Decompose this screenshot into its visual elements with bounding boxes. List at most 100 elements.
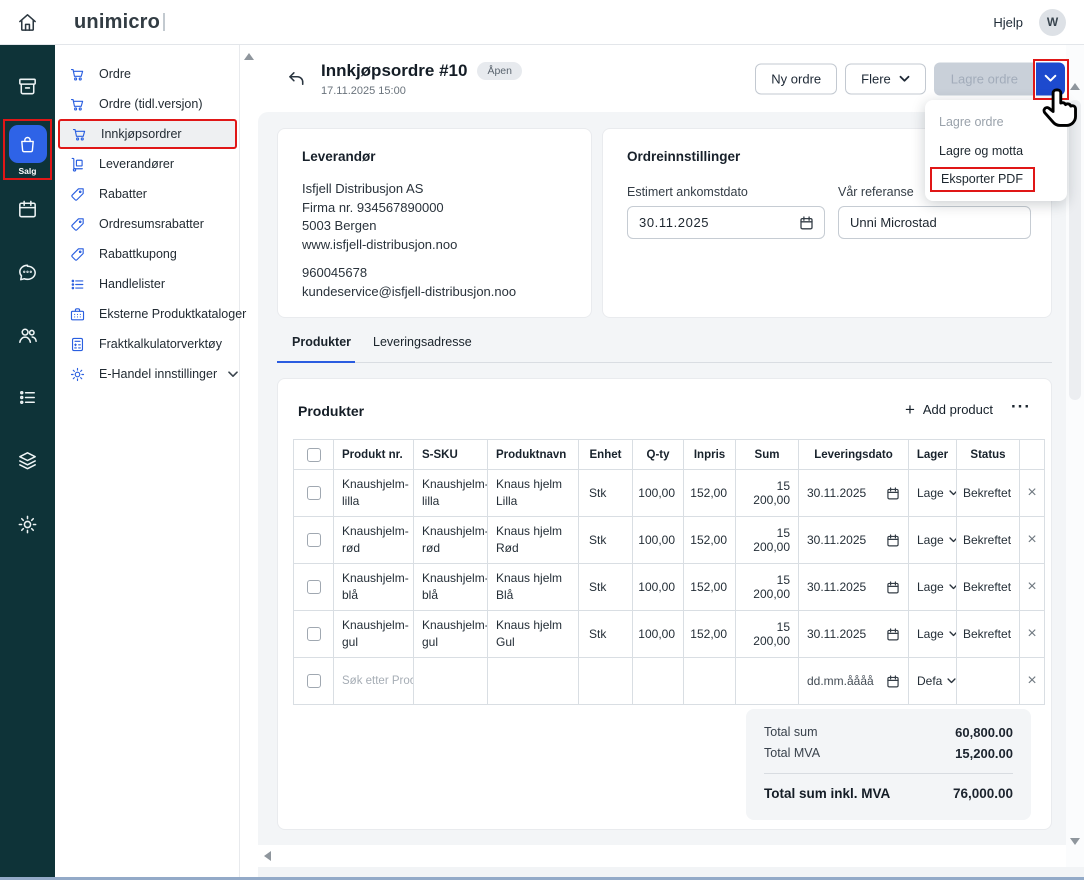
select-all-checkbox[interactable] bbox=[307, 448, 321, 462]
row-checkbox[interactable] bbox=[307, 533, 321, 547]
remove-row-button[interactable]: × bbox=[1027, 672, 1036, 689]
cell-delivery-date[interactable]: dd.mm.åååå bbox=[799, 658, 909, 705]
help-link[interactable]: Hjelp bbox=[993, 15, 1023, 30]
cell-delivery-date[interactable]: 30.11.2025 bbox=[799, 564, 909, 611]
primary-sidebar-item[interactable] bbox=[0, 386, 55, 409]
more-button[interactable]: Flere bbox=[845, 63, 926, 94]
sidebar-item-label: Ordresumsrabatter bbox=[99, 217, 204, 231]
total-mva-label: Total MVA bbox=[764, 743, 820, 764]
sidebar-item[interactable]: Innkjøpsordrer bbox=[58, 119, 237, 149]
tab-produkter[interactable]: Produkter bbox=[277, 332, 355, 362]
cell-price[interactable]: 152,00 bbox=[684, 564, 736, 611]
home-icon[interactable] bbox=[0, 11, 55, 34]
sidebar-item[interactable]: Handlelister bbox=[58, 269, 237, 299]
cell-status: Bekreftet bbox=[957, 470, 1020, 517]
sidebar-item-label: Handlelister bbox=[99, 277, 165, 291]
our-reference-input[interactable]: Unni Microstad bbox=[838, 206, 1031, 239]
primary-sidebar-item[interactable] bbox=[0, 261, 55, 284]
sidebar-item-label: Innkjøpsordrer bbox=[101, 127, 182, 141]
calendar-icon[interactable] bbox=[887, 534, 899, 547]
arrival-date-input[interactable]: 30.11.2025 bbox=[627, 206, 825, 239]
cell-stock-select[interactable]: Lage bbox=[909, 564, 957, 611]
sidebar-item[interactable]: Ordre bbox=[58, 59, 237, 89]
calendar-icon[interactable] bbox=[800, 216, 813, 230]
cell-qty[interactable]: 100,00 bbox=[633, 564, 684, 611]
sidebar-item[interactable]: Eksterne Produktkataloger bbox=[58, 299, 237, 329]
col-produktnavn: Produktnavn bbox=[488, 440, 579, 470]
row-checkbox[interactable] bbox=[307, 674, 321, 688]
chevron-down-icon bbox=[947, 678, 956, 684]
sidebar-item[interactable]: Rabatter bbox=[58, 179, 237, 209]
cell-qty[interactable]: 100,00 bbox=[633, 517, 684, 564]
scroll-left-arrow[interactable] bbox=[264, 851, 271, 861]
sidebar-item[interactable]: Ordre (tidl.versjon) bbox=[58, 89, 237, 119]
cell-stock-select[interactable]: Lage bbox=[909, 517, 957, 564]
calendar-icon[interactable] bbox=[887, 581, 899, 594]
primary-sidebar-item[interactable] bbox=[0, 324, 55, 347]
vertical-scrollbar[interactable] bbox=[1066, 45, 1084, 867]
save-order-button[interactable]: Lagre ordre bbox=[934, 62, 1035, 95]
sidebar-item[interactable]: Ordresumsrabatter bbox=[58, 209, 237, 239]
cell-sum: 15 200,00 bbox=[736, 517, 799, 564]
cell-qty[interactable]: 100,00 bbox=[633, 470, 684, 517]
table-row: Knaushjelm-gul Knaushjelm-gul Knaus hjel… bbox=[294, 611, 1045, 658]
products-table: Produkt nr. S-SKU Produktnavn Enhet Q-ty… bbox=[293, 439, 1045, 705]
remove-row-button[interactable]: × bbox=[1027, 578, 1036, 595]
scrollbar-thumb[interactable] bbox=[1069, 100, 1081, 400]
add-product-button[interactable]: + Add product bbox=[905, 401, 993, 418]
primary-sidebar-item[interactable] bbox=[0, 449, 55, 472]
cell-price[interactable]: 152,00 bbox=[684, 611, 736, 658]
more-options-icon[interactable]: ··· bbox=[1011, 397, 1031, 417]
dropdown-menu-item[interactable]: Lagre og motta bbox=[925, 136, 1067, 165]
cell-price[interactable]: 152,00 bbox=[684, 517, 736, 564]
horizontal-scrollbar[interactable] bbox=[258, 845, 1084, 867]
row-checkbox[interactable] bbox=[307, 580, 321, 594]
cell-stock-select[interactable]: Lage bbox=[909, 470, 957, 517]
sidebar-item[interactable]: Leverandører bbox=[58, 149, 237, 179]
primary-sidebar-item[interactable]: Salg bbox=[0, 125, 55, 176]
cell-qty[interactable]: 100,00 bbox=[633, 611, 684, 658]
totals-panel: Total sum60,800.00 Total MVA15,200.00 To… bbox=[746, 709, 1031, 820]
remove-row-button[interactable]: × bbox=[1027, 625, 1036, 642]
calendar-icon[interactable] bbox=[887, 675, 899, 688]
cell-delivery-date[interactable]: 30.11.2025 bbox=[799, 611, 909, 658]
remove-row-button[interactable]: × bbox=[1027, 531, 1036, 548]
calendar-icon[interactable] bbox=[887, 628, 899, 641]
calendar-icon[interactable] bbox=[887, 487, 899, 500]
dropdown-menu-item[interactable]: Lagre ordre bbox=[925, 107, 1067, 136]
sidebar-scrollbar[interactable] bbox=[240, 45, 258, 877]
supplier-card-title: Leverandør bbox=[302, 149, 567, 164]
gear-icon bbox=[69, 366, 86, 383]
sidebar-item[interactable]: Fraktkalkulatorverktøy bbox=[58, 329, 237, 359]
back-button[interactable] bbox=[286, 68, 307, 89]
primary-sidebar-item[interactable] bbox=[0, 75, 55, 98]
sidebar-item-label: Eksterne Produktkataloger bbox=[99, 307, 246, 321]
dropdown-menu-item[interactable]: Eksporter PDF bbox=[925, 165, 1067, 194]
shopping-cart-icon bbox=[69, 66, 86, 83]
primary-sidebar-item[interactable] bbox=[0, 198, 55, 221]
scroll-up-arrow[interactable] bbox=[1070, 83, 1080, 90]
product-search-input[interactable]: Søk etter Proc bbox=[334, 658, 414, 705]
products-card: Produkter + Add product ··· Produkt nr. … bbox=[277, 378, 1052, 830]
save-options-caret-button[interactable] bbox=[1036, 62, 1065, 95]
cell-stock-select[interactable]: Lage bbox=[909, 611, 957, 658]
cell-delivery-date[interactable]: 30.11.2025 bbox=[799, 470, 909, 517]
cell-delivery-date[interactable]: 30.11.2025 bbox=[799, 517, 909, 564]
sidebar-item[interactable]: Rabattkupong bbox=[58, 239, 237, 269]
cell-stock-select[interactable]: Defa bbox=[909, 658, 957, 705]
remove-row-button[interactable]: × bbox=[1027, 484, 1036, 501]
cell-product-no: Knaushjelm-blå bbox=[334, 564, 414, 611]
new-order-button[interactable]: Ny ordre bbox=[755, 63, 837, 94]
tab-leveringsadresse[interactable]: Leveringsadresse bbox=[373, 332, 472, 362]
archive-icon bbox=[16, 75, 39, 98]
scroll-down-arrow[interactable] bbox=[1070, 838, 1080, 845]
user-avatar[interactable]: W bbox=[1039, 9, 1066, 36]
scroll-up-arrow[interactable] bbox=[244, 53, 254, 60]
chevron-down-icon bbox=[899, 75, 910, 82]
cell-price[interactable]: 152,00 bbox=[684, 470, 736, 517]
primary-sidebar-item[interactable] bbox=[0, 513, 55, 536]
row-checkbox[interactable] bbox=[307, 627, 321, 641]
new-product-row: Søk etter Proc dd.mm.åååå bbox=[294, 658, 1045, 705]
sidebar-item[interactable]: E-Handel innstillinger bbox=[58, 359, 237, 389]
row-checkbox[interactable] bbox=[307, 486, 321, 500]
